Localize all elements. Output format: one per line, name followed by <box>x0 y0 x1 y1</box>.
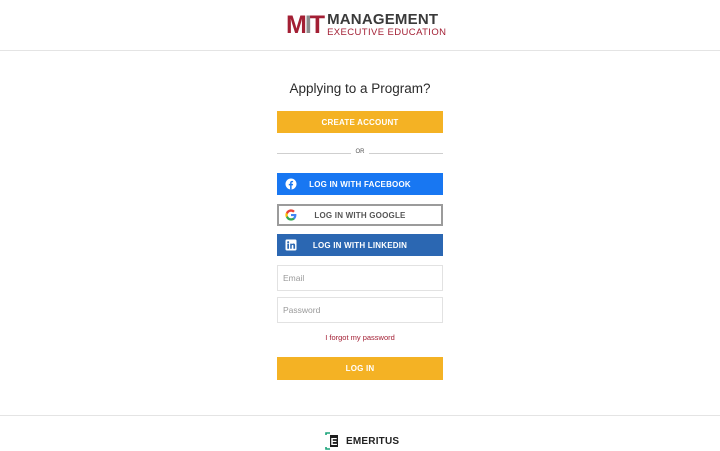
mit-management-logo[interactable]: M I T MANAGEMENT EXECUTIVE EDUCATION <box>286 12 446 38</box>
logo-letter-m: M <box>286 11 307 39</box>
linkedin-login-label: LOG IN WITH LINKEDIN <box>312 240 408 250</box>
footer: E EMERITUS <box>0 415 720 451</box>
page-title: Applying to a Program? <box>289 81 431 96</box>
google-login-button[interactable]: LOG IN WITH GOOGLE <box>277 204 443 226</box>
logo-letter-t: T <box>309 11 325 39</box>
linkedin-login-button[interactable]: LOG IN WITH LINKEDIN <box>277 234 443 256</box>
forgot-password-row: I forgot my password <box>0 333 720 342</box>
forgot-password-link[interactable]: I forgot my password <box>325 333 395 342</box>
facebook-icon <box>285 178 297 190</box>
password-field[interactable] <box>277 297 443 323</box>
linkedin-icon <box>285 239 297 251</box>
create-account-button[interactable]: CREATE ACCOUNT <box>277 111 443 133</box>
login-button[interactable]: LOG IN <box>277 357 443 380</box>
google-icon <box>285 209 297 221</box>
emeritus-wordmark: EMERITUS <box>346 435 400 447</box>
emeritus-logo-mark: E <box>325 432 338 450</box>
logo-wordmark: MANAGEMENT EXECUTIVE EDUCATION <box>327 12 446 38</box>
logo-line-2: EXECUTIVE EDUCATION <box>327 27 447 38</box>
logo-line-1: MANAGEMENT <box>327 11 439 28</box>
emeritus-logo[interactable]: E EMERITUS <box>325 432 399 450</box>
facebook-login-label: LOG IN WITH FACEBOOK <box>309 179 411 189</box>
google-login-label: LOG IN WITH GOOGLE <box>314 210 406 220</box>
or-label: OR <box>355 149 365 155</box>
email-field[interactable] <box>277 265 443 291</box>
facebook-login-button[interactable]: LOG IN WITH FACEBOOK <box>277 173 443 195</box>
mit-logo-mark: M I T <box>286 11 325 39</box>
header: M I T MANAGEMENT EXECUTIVE EDUCATION <box>0 0 720 51</box>
emeritus-logo-letter: E <box>331 437 338 448</box>
or-divider: OR <box>277 148 443 158</box>
